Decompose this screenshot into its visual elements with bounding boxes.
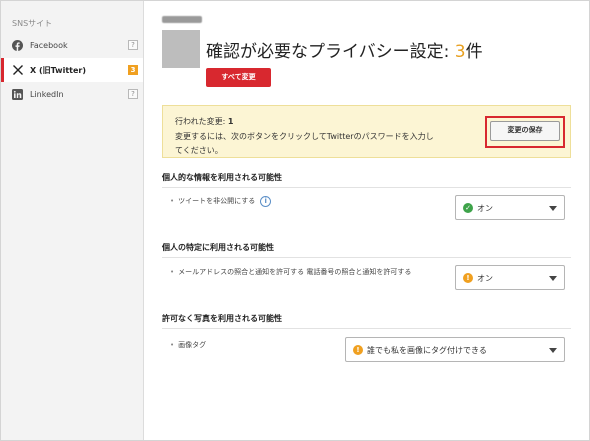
section-title: 個人的な情報を利用される可能性 (162, 173, 282, 182)
facebook-icon (12, 39, 23, 51)
select-value: オン (477, 204, 493, 213)
setting-label: • メールアドレスの照合と通知を許可する 電話番号の照合と通知を許可する (170, 268, 412, 276)
chevron-down-icon (549, 206, 557, 211)
sidebar-item-linkedin[interactable]: LinkedIn ? (1, 82, 143, 106)
title-prefix: 確認が必要なプライバシー設定: (206, 42, 455, 62)
title-count: 3 (454, 42, 466, 62)
changes-count: 1 (227, 117, 234, 126)
changes-label: 行われた変更: (175, 117, 228, 126)
blurred-username (162, 16, 202, 23)
help-badge: ? (128, 40, 138, 50)
linkedin-icon (12, 88, 23, 100)
sidebar-item-label: Facebook (30, 40, 68, 50)
divider (162, 187, 571, 188)
page-title: 確認が必要なプライバシー設定: 3件 (206, 37, 483, 62)
section-title: 個人の特定に利用される可能性 (162, 243, 274, 252)
notice-message: 変更するには、次のボタンをクリックしてTwitterのパスワードを入力してくださ… (175, 132, 434, 155)
setting-text: 画像タグ (178, 341, 207, 349)
privacy-select[interactable]: ! 誰でも私を画像にタグ付けできる (345, 337, 565, 362)
sidebar-item-label: X (旧Twitter) (30, 65, 86, 75)
setting-label: • ツイートを非公開にする i (170, 195, 272, 207)
privacy-select[interactable]: ! オン (455, 265, 565, 290)
sidebar-item-label: LinkedIn (30, 89, 64, 99)
setting-text: ツイートを非公開にする (178, 197, 256, 205)
help-badge: ? (128, 89, 138, 99)
select-value: オン (477, 274, 493, 283)
count-badge: 3 (128, 65, 138, 75)
sidebar: SNSサイト Facebook ? X (旧Twitter) 3 LinkedI… (1, 1, 144, 440)
divider (162, 328, 571, 329)
info-icon[interactable]: i (260, 195, 272, 207)
sidebar-item-facebook[interactable]: Facebook ? (1, 33, 143, 57)
chevron-down-icon (549, 276, 557, 281)
divider (162, 257, 571, 258)
changes-count-line: 行われた変更: 1 (175, 116, 233, 127)
section-title: 許可なく写真を利用される可能性 (162, 314, 282, 323)
setting-text: メールアドレスの照合と通知を許可する 電話番号の照合と通知を許可する (178, 268, 412, 276)
change-all-button[interactable]: すべて変更 (206, 68, 271, 87)
sidebar-title: SNSサイト (12, 19, 53, 28)
save-changes-button[interactable]: 変更の保存 (490, 121, 560, 141)
sidebar-item-x[interactable]: X (旧Twitter) 3 (1, 58, 143, 82)
warning-icon: ! (463, 273, 473, 283)
warning-icon: ! (353, 345, 363, 355)
check-icon: ✓ (463, 203, 473, 213)
avatar (162, 30, 200, 68)
privacy-select[interactable]: ✓ オン (455, 195, 565, 220)
chevron-down-icon (549, 348, 557, 353)
setting-label: • 画像タグ (170, 341, 207, 349)
title-suffix: 件 (465, 42, 483, 62)
select-value: 誰でも私を画像にタグ付けできる (367, 346, 487, 355)
x-logo-icon (12, 65, 23, 76)
